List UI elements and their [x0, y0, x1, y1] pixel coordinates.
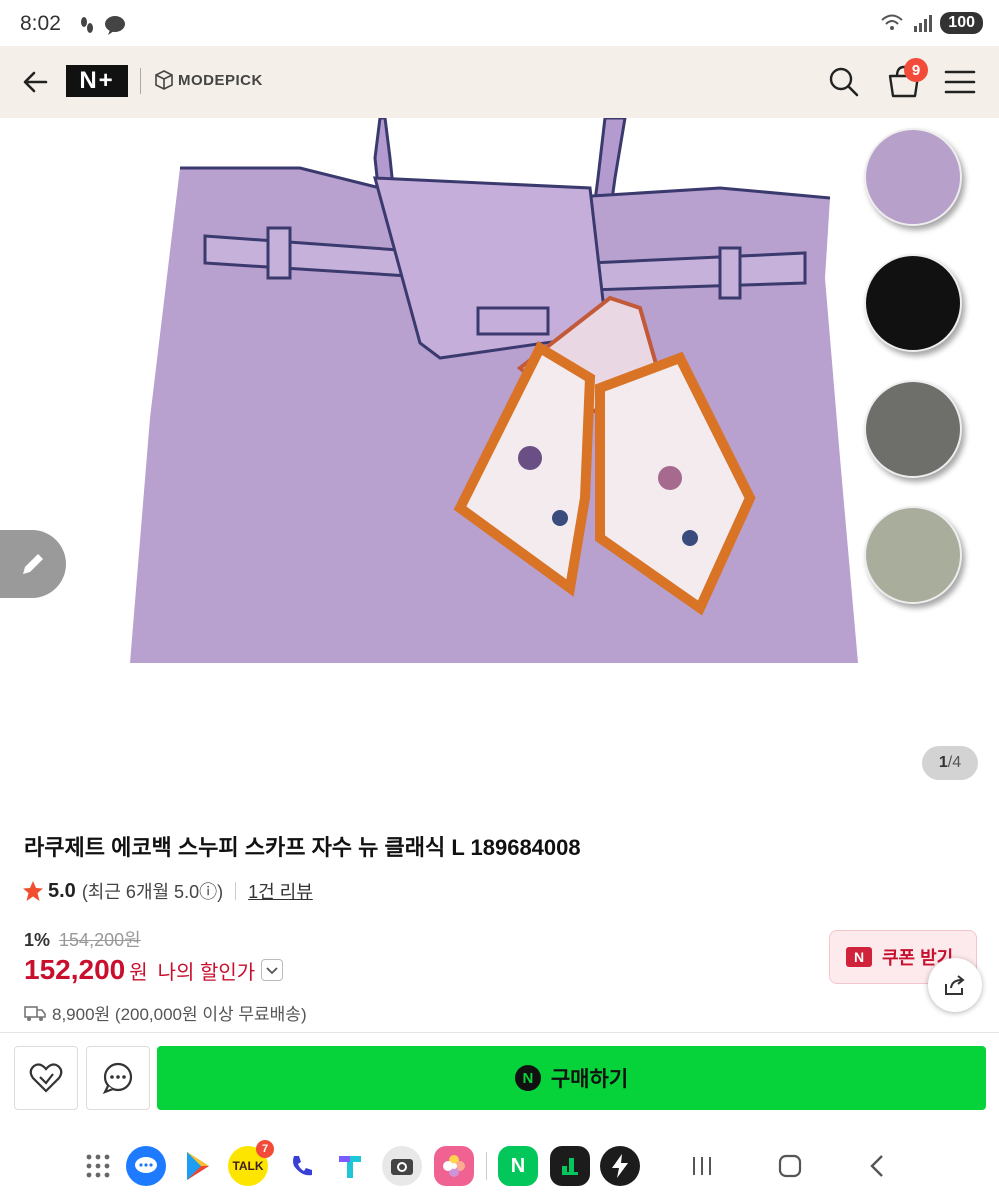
signal-icon [914, 15, 933, 32]
apps-grid-icon[interactable] [78, 1146, 118, 1186]
back-nav-button[interactable] [860, 1150, 896, 1182]
back-button[interactable] [18, 64, 54, 100]
buy-button[interactable]: N 구매하기 [157, 1046, 986, 1110]
naver-pay-icon: N [514, 1065, 541, 1091]
sale-price: 152,200 [24, 954, 126, 985]
page-total: 4 [952, 754, 962, 771]
talktalk-button[interactable] [86, 1046, 150, 1110]
battery-level: 100 [940, 12, 983, 34]
android-dock: TALK 7 N [0, 1130, 999, 1200]
camera-icon [391, 1159, 413, 1175]
discount-rate: 1% [24, 930, 51, 950]
kakaotalk-badge: 7 [256, 1140, 274, 1158]
heart-icon [29, 1063, 63, 1093]
original-price: 154,200원 [59, 930, 141, 950]
pencil-icon [23, 554, 43, 574]
naver-app-icon[interactable]: N [498, 1146, 538, 1186]
color-swatch-gray[interactable] [864, 380, 962, 478]
wifi-icon [881, 14, 903, 30]
dock-divider [486, 1152, 487, 1180]
shipping-row: 8,900원 (200,000원 이상 무료배송) [24, 1000, 307, 1025]
header-divider [140, 68, 141, 94]
star-icon [23, 881, 43, 901]
status-system-icons: 100 [880, 12, 983, 34]
hamburger-menu-icon [944, 70, 976, 94]
gallery-app-icon[interactable] [434, 1146, 474, 1186]
color-swatch-lavender[interactable] [864, 128, 962, 226]
arrow-left-icon [23, 71, 48, 93]
kakaotalk-label: TALK [232, 1159, 264, 1173]
search-icon [829, 67, 859, 97]
product-image [130, 118, 858, 663]
chevron-down-icon [266, 967, 278, 975]
rating-row: 5.0 (최근 6개월 5.0ⓘ) 1건 리뷰 [22, 878, 313, 904]
rating-score: 5.0 [48, 879, 76, 902]
product-gallery[interactable] [0, 118, 999, 798]
status-notification-icons [76, 14, 126, 36]
app-header: N+ MODEPICK 9 [0, 46, 999, 118]
naver-band-app-icon[interactable] [550, 1146, 590, 1186]
shipping-fee: 8,900원 (200,000원 이상 무료배송) [52, 1005, 307, 1024]
price-unit: 원 [129, 961, 148, 984]
lightning-icon [612, 1154, 628, 1178]
status-bar: 8:02 100 [0, 0, 999, 46]
color-swatch-black[interactable] [864, 254, 962, 352]
price-detail-toggle[interactable] [261, 959, 284, 981]
edit-button[interactable] [0, 530, 66, 598]
phone-app-icon[interactable] [282, 1146, 322, 1186]
talk-bubble-icon [105, 16, 125, 35]
chevron-left-icon [870, 1155, 883, 1177]
truck-icon [24, 1005, 46, 1021]
gallery-page-indicator: 1 / 4 [922, 746, 978, 780]
grid-dots-icon [86, 1154, 110, 1178]
my-discount-label: 나의 할인가 [157, 961, 256, 984]
cube-icon [155, 70, 173, 90]
cart-button[interactable]: 9 [884, 58, 928, 102]
buy-label: 구매하기 [550, 1068, 629, 1091]
recent-apps-button[interactable] [684, 1150, 720, 1182]
share-button[interactable] [928, 958, 982, 1012]
recents-icon [693, 1157, 711, 1175]
price-row: 152,200 원 나의 할인가 [24, 954, 284, 986]
naver-coupon-icon: N [846, 947, 872, 967]
flower-icon [443, 1155, 465, 1177]
action-bar-divider [0, 1032, 999, 1033]
play-store-app-icon[interactable] [178, 1146, 218, 1186]
camera-app-icon[interactable] [382, 1146, 422, 1186]
t-logo-icon [339, 1156, 361, 1178]
cart-count-badge: 9 [904, 58, 928, 82]
home-button[interactable] [772, 1150, 808, 1182]
messages-app-icon[interactable] [126, 1146, 166, 1186]
product-title: 라쿠제트 에코백 스누피 스카프 자수 뉴 클래식 L 189684008 [24, 835, 581, 860]
phone-icon [293, 1156, 312, 1176]
search-button[interactable] [826, 64, 862, 100]
color-swatch-sage[interactable] [864, 506, 962, 604]
review-count-link[interactable]: 1건 리뷰 [248, 878, 313, 904]
discount-row: 1% 154,200원 [24, 926, 141, 952]
message-icon [135, 1157, 157, 1173]
green-chart-icon [562, 1158, 578, 1175]
store-name: MODEPICK [178, 71, 263, 89]
footprint-icon [81, 17, 93, 33]
kakaotalk-app-icon[interactable]: TALK 7 [228, 1140, 274, 1186]
share-icon [945, 975, 965, 995]
play-triangle-icon [187, 1152, 209, 1180]
nplus-logo[interactable]: N+ [66, 65, 128, 97]
rating-divider [235, 882, 237, 900]
store-logo[interactable]: MODEPICK [154, 70, 263, 90]
home-icon [778, 1154, 802, 1178]
bolt-app-icon[interactable] [600, 1146, 640, 1186]
menu-button[interactable] [942, 66, 978, 98]
status-time: 8:02 [20, 12, 61, 35]
chat-bubble-icon [102, 1062, 133, 1094]
wishlist-button[interactable] [14, 1046, 78, 1110]
rating-recent[interactable]: (최근 6개월 5.0ⓘ) [82, 878, 223, 904]
naver-n-label: N [510, 1154, 526, 1177]
tmap-app-icon[interactable] [330, 1146, 370, 1186]
page-current: 1 [938, 754, 948, 771]
